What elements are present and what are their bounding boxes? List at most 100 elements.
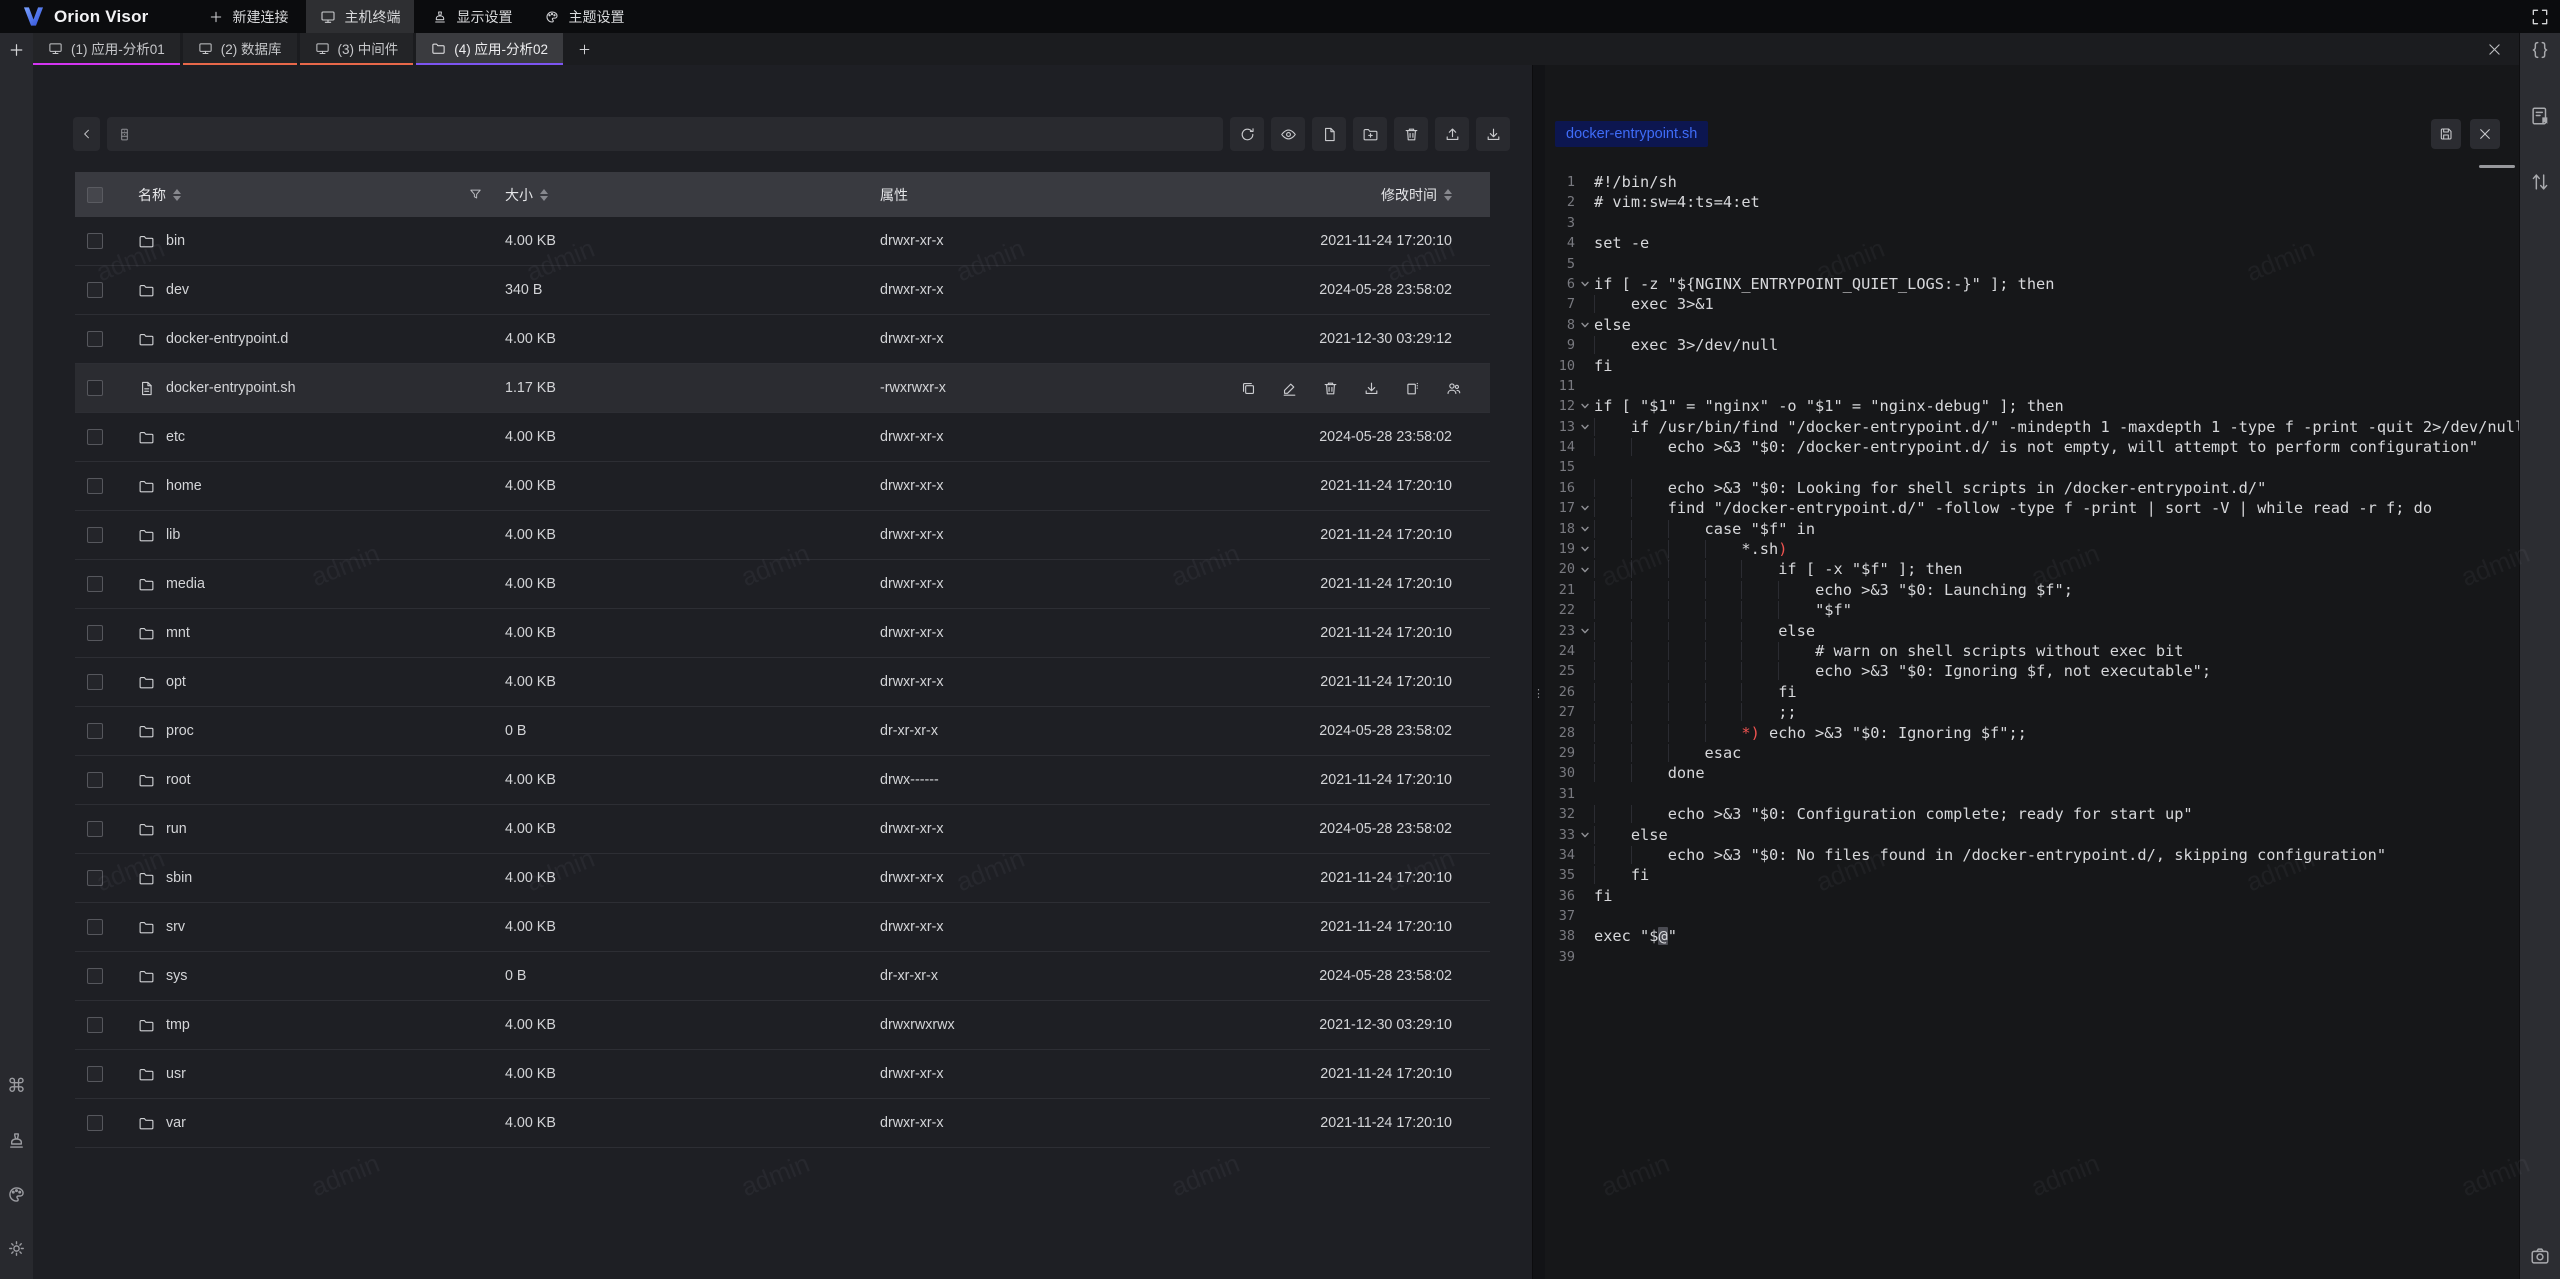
fold-arrow-icon[interactable]	[1575, 539, 1594, 559]
code-line[interactable]: 7 exec 3>&1	[1545, 294, 2520, 314]
code-line[interactable]: 37	[1545, 906, 2520, 926]
code-line[interactable]: 1#!/bin/sh	[1545, 172, 2520, 192]
code-line[interactable]: 38exec "$@"	[1545, 926, 2520, 946]
code-line[interactable]: 12if [ "$1" = "nginx" -o "$1" = "nginx-d…	[1545, 396, 2520, 416]
save-button[interactable]	[2431, 119, 2461, 149]
code-line[interactable]: 39	[1545, 947, 2520, 967]
file-name-cell[interactable]: var	[115, 1115, 505, 1132]
table-row[interactable]: docker-entrypoint.d4.00 KBdrwxr-xr-x2021…	[75, 315, 1490, 364]
table-row[interactable]: media4.00 KBdrwxr-xr-x2021-11-24 17:20:1…	[75, 560, 1490, 609]
code-line[interactable]: 16 echo >&3 "$0: Looking for shell scrip…	[1545, 478, 2520, 498]
sidebar-shortcut-command-icon[interactable]: ⌘	[6, 1076, 27, 1097]
refresh-button[interactable]	[1230, 117, 1264, 151]
code-line[interactable]: 21 echo >&3 "$0: Launching $f";	[1545, 580, 2520, 600]
code-line[interactable]: 24 # warn on shell scripts without exec …	[1545, 641, 2520, 661]
row-checkbox[interactable]	[87, 331, 103, 347]
file-name-cell[interactable]: proc	[115, 723, 505, 740]
table-row[interactable]: opt4.00 KBdrwxr-xr-x2021-11-24 17:20:10	[75, 658, 1490, 707]
row-checkbox[interactable]	[87, 233, 103, 249]
code-line[interactable]: 15	[1545, 457, 2520, 477]
row-action-permission-icon[interactable]	[1445, 380, 1462, 397]
preview-button[interactable]	[1271, 117, 1305, 151]
file-name-cell[interactable]: dev	[115, 282, 505, 299]
file-name-cell[interactable]: bin	[115, 233, 505, 250]
file-name-cell[interactable]: media	[115, 576, 505, 593]
row-checkbox[interactable]	[87, 968, 103, 984]
row-checkbox[interactable]	[87, 1066, 103, 1082]
file-name-cell[interactable]: sbin	[115, 870, 505, 887]
row-checkbox[interactable]	[87, 527, 103, 543]
sort-carets-icon[interactable]	[540, 189, 548, 201]
fold-arrow-icon[interactable]	[1575, 825, 1594, 845]
scrollbar-thumb[interactable]	[2479, 165, 2515, 168]
row-action-move-icon[interactable]	[1404, 380, 1421, 397]
code-line[interactable]: 27 ;;	[1545, 702, 2520, 722]
sort-carets-icon[interactable]	[173, 189, 181, 201]
table-row[interactable]: mnt4.00 KBdrwxr-xr-x2021-11-24 17:20:10	[75, 609, 1490, 658]
top-menu-item-theme-settings[interactable]: 主题设置	[530, 0, 638, 33]
code-line[interactable]: 18 case "$f" in	[1545, 519, 2520, 539]
row-checkbox[interactable]	[87, 1017, 103, 1033]
top-menu-item-new-connection[interactable]: 新建连接	[194, 0, 302, 33]
fold-arrow-icon[interactable]	[1575, 559, 1594, 579]
filter-icon[interactable]	[468, 187, 483, 202]
code-line[interactable]: 20 if [ -x "$f" ]; then	[1545, 559, 2520, 579]
table-row[interactable]: proc0 Bdr-xr-xr-x2024-05-28 23:58:02	[75, 707, 1490, 756]
rail-swap-vertical-icon[interactable]	[2529, 171, 2551, 193]
code-line[interactable]: 25 echo >&3 "$0: Ignoring $f, not execut…	[1545, 661, 2520, 681]
row-action-delete-icon[interactable]	[1322, 380, 1339, 397]
table-row[interactable]: etc4.00 KBdrwxr-xr-x2024-05-28 23:58:02	[75, 413, 1490, 462]
code-line[interactable]: 14 echo >&3 "$0: /docker-entrypoint.d/ i…	[1545, 437, 2520, 457]
sidebar-theme-settings-icon[interactable]	[6, 1184, 27, 1205]
code-line[interactable]: 2# vim:sw=4:ts=4:et	[1545, 192, 2520, 212]
table-row[interactable]: usr4.00 KBdrwxr-xr-x2021-11-24 17:20:10	[75, 1050, 1490, 1099]
fold-arrow-icon[interactable]	[1575, 396, 1594, 416]
row-checkbox[interactable]	[87, 576, 103, 592]
download-button[interactable]	[1476, 117, 1510, 151]
close-editor-button[interactable]	[2470, 119, 2500, 149]
terminal-tab-1[interactable]: (1) 应用-分析01	[33, 33, 180, 65]
code-line[interactable]: 11	[1545, 376, 2520, 396]
fold-arrow-icon[interactable]	[1575, 417, 1594, 437]
code-line[interactable]: 13 if /usr/bin/find "/docker-entrypoint.…	[1545, 417, 2520, 437]
code-line[interactable]: 34 echo >&3 "$0: No files found in /dock…	[1545, 845, 2520, 865]
path-input[interactable]	[140, 125, 1213, 143]
sort-carets-icon[interactable]	[1444, 189, 1452, 201]
code-line[interactable]: 5	[1545, 254, 2520, 274]
column-header-name[interactable]: 名称	[115, 185, 505, 205]
code-line[interactable]: 4set -e	[1545, 233, 2520, 253]
close-panel-icon[interactable]	[2486, 41, 2503, 58]
table-row[interactable]: var4.00 KBdrwxr-xr-x2021-11-24 17:20:10	[75, 1099, 1490, 1148]
code-line[interactable]: 9 exec 3>/dev/null	[1545, 335, 2520, 355]
rail-snippets-icon[interactable]	[2529, 39, 2551, 61]
table-row[interactable]: docker-entrypoint.sh1.17 KB-rwxrwxr-x	[75, 364, 1490, 413]
code-line[interactable]: 10fi	[1545, 356, 2520, 376]
fold-arrow-icon[interactable]	[1575, 315, 1594, 335]
table-row[interactable]: bin4.00 KBdrwxr-xr-x2021-11-24 17:20:10	[75, 217, 1490, 266]
code-line[interactable]: 36fi	[1545, 886, 2520, 906]
terminal-tab-3[interactable]: (3) 中间件	[300, 33, 414, 65]
row-action-download-icon[interactable]	[1363, 380, 1380, 397]
code-line[interactable]: 30 done	[1545, 763, 2520, 783]
delete-button[interactable]	[1394, 117, 1428, 151]
code-line[interactable]: 33 else	[1545, 825, 2520, 845]
fullscreen-icon[interactable]	[2530, 7, 2550, 27]
top-menu-item-display-settings[interactable]: 显示设置	[418, 0, 526, 33]
row-checkbox[interactable]	[87, 282, 103, 298]
code-line[interactable]: 3	[1545, 213, 2520, 233]
sidebar-system-settings-icon[interactable]	[6, 1238, 27, 1259]
row-checkbox[interactable]	[87, 821, 103, 837]
file-name-cell[interactable]: docker-entrypoint.sh	[115, 380, 505, 397]
column-header-time[interactable]: 修改时间	[1180, 185, 1490, 205]
code-line[interactable]: 31	[1545, 784, 2520, 804]
code-line[interactable]: 32 echo >&3 "$0: Configuration complete;…	[1545, 804, 2520, 824]
sidebar-display-settings-icon[interactable]	[6, 1130, 27, 1151]
row-checkbox[interactable]	[87, 625, 103, 641]
fold-arrow-icon[interactable]	[1575, 274, 1594, 294]
table-row[interactable]: srv4.00 KBdrwxr-xr-x2021-11-24 17:20:10	[75, 903, 1490, 952]
code-line[interactable]: 8else	[1545, 315, 2520, 335]
row-checkbox[interactable]	[87, 772, 103, 788]
rail-screenshot-icon[interactable]	[2529, 1245, 2551, 1267]
row-action-edit-icon[interactable]	[1281, 380, 1298, 397]
file-name-cell[interactable]: docker-entrypoint.d	[115, 331, 505, 348]
